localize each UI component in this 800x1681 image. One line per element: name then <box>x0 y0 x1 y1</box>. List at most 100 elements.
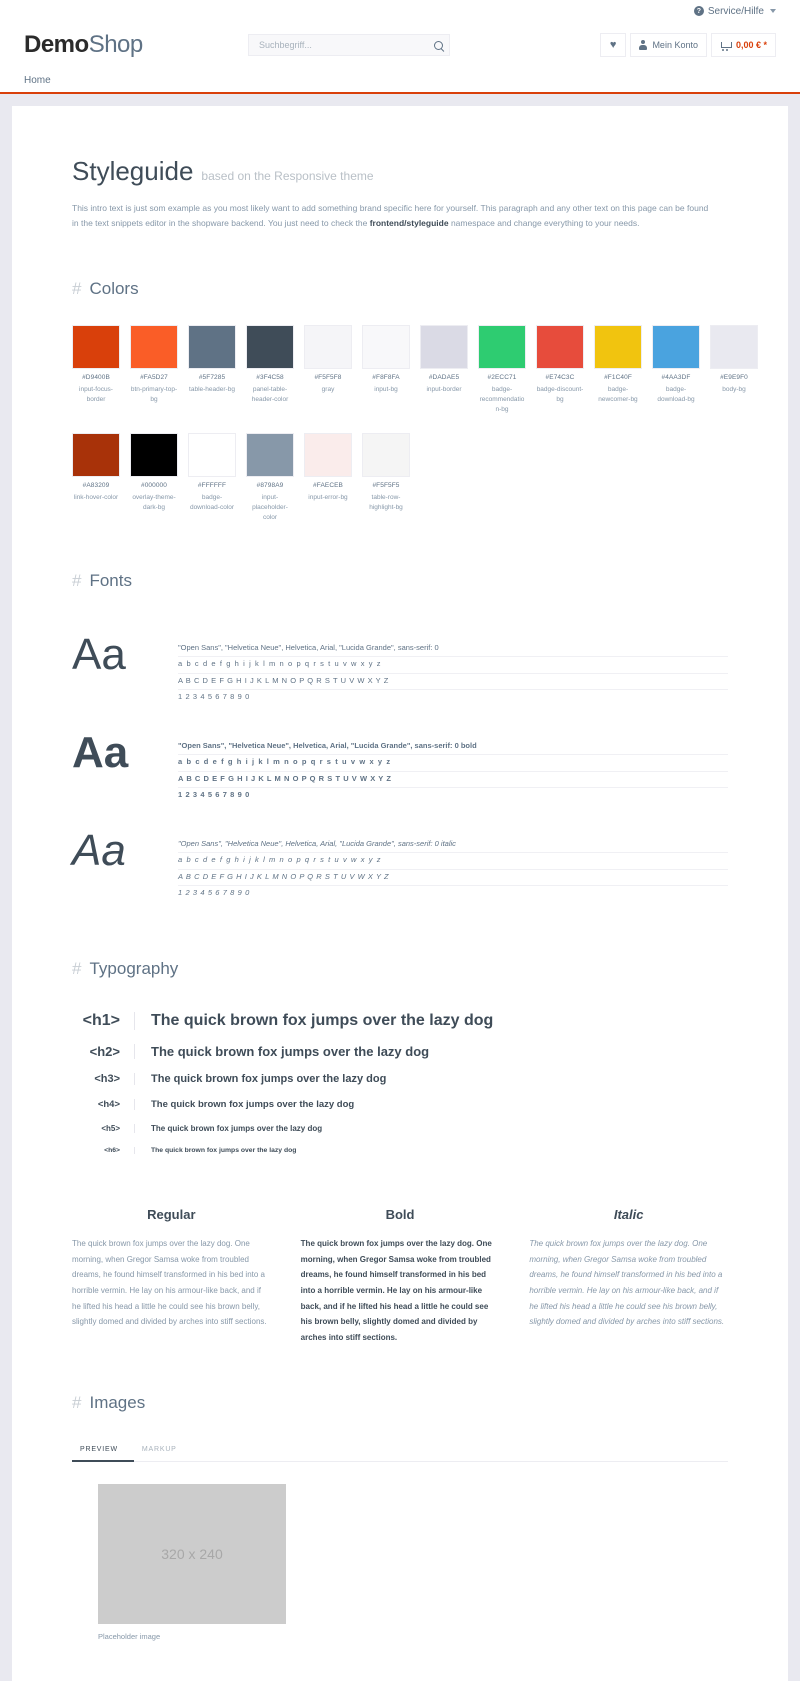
font-spec-block: "Open Sans", "Helvetica Neue", Helvetica… <box>178 731 728 803</box>
color-swatch-cell: #3F4C58 panel-table-header-color <box>246 324 294 415</box>
color-row-2: #A83209 link-hover-color #000000 overlay-th… <box>72 432 728 523</box>
color-hex-label: #D9400B <box>82 373 110 381</box>
color-hex-label: #F5F5F5 <box>372 481 400 489</box>
tab-preview[interactable]: PREVIEW <box>72 1439 134 1463</box>
font-lowercase-alphabet: a b c d e f g h i j k l m n o p q r s t … <box>178 853 728 870</box>
font-aa-sample: Aa <box>72 826 126 876</box>
color-swatch-cell: #5F7285 table-header-bg <box>188 324 236 415</box>
typography-sample-text: The quick brown fox jumps over the lazy … <box>134 1073 728 1086</box>
font-spec-label: "Open Sans", "Helvetica Neue", Helvetica… <box>178 641 728 658</box>
color-variable-label: overlay-theme-dark-bg <box>132 493 176 511</box>
typography-row: <h3> The quick brown fox jumps over the l… <box>72 1066 728 1092</box>
font-spec-label: "Open Sans", "Helvetica Neue", Helvetica… <box>178 739 728 756</box>
typography-column-body: The quick brown fox jumps over the lazy … <box>300 1239 492 1342</box>
color-variable-label: badge-discount-bg <box>536 385 584 403</box>
intro-namespace: frontend/styleguide <box>369 217 449 228</box>
color-variable-label: badge-download-color <box>189 493 235 511</box>
search-box[interactable] <box>248 34 450 56</box>
typography-tag-label: <h6> <box>104 1147 120 1155</box>
typography-column-body: The quick brown fox jumps over the lazy … <box>529 1239 725 1327</box>
header-actions: ♥ Mein Konto 0,00 € * <box>599 33 776 57</box>
hash-icon: # <box>72 278 82 298</box>
typography-column-heading: Regular <box>147 1207 196 1223</box>
account-label: Mein Konto <box>652 40 698 50</box>
font-uppercase-alphabet: A B C D E F G H I J K L M N O P Q R S T … <box>178 772 728 788</box>
cart-button[interactable]: 0,00 € * <box>710 33 776 57</box>
intro-text-2: namespace and change everything to your … <box>448 217 640 228</box>
typography-column: Italic The quick brown fox jumps over the… <box>529 1207 728 1345</box>
wishlist-button[interactable]: ♥ <box>599 33 627 57</box>
color-hex-label: #000000 <box>140 481 167 489</box>
account-button[interactable]: Mein Konto <box>630 33 707 57</box>
color-variable-label: input-border <box>426 385 462 393</box>
color-variable-label: btn-primary-top-bg <box>130 385 178 403</box>
font-lowercase-alphabet: a b c d e f g h i j k l m n o p q r s t … <box>178 657 728 674</box>
shopping-cart-icon <box>720 41 732 51</box>
heart-icon: ♥ <box>609 38 617 51</box>
color-swatch <box>188 432 236 477</box>
search-icon[interactable] <box>434 40 443 50</box>
color-hex-label: #3F4C58 <box>256 373 284 381</box>
typography-row: <h5> The quick brown fox jumps over the l… <box>72 1117 728 1140</box>
color-swatch-cell: #4AA3DF badge-download-bg <box>652 324 700 415</box>
shop-logo[interactable]: DemoShop <box>24 31 143 59</box>
color-swatch-cell: #8798A9 input-placeholder-color <box>246 432 294 523</box>
page-title-main: Styleguide <box>72 156 194 186</box>
color-swatch <box>130 432 178 477</box>
page-title: Styleguide based on the Responsive theme <box>72 156 728 187</box>
nav-item-home[interactable]: Home <box>24 75 51 86</box>
chevron-down-icon <box>770 9 776 13</box>
font-lowercase-alphabet: a b c d e f g h i j k l m n o p q r s t … <box>178 755 728 772</box>
main-navigation: Home <box>0 68 800 94</box>
color-swatch-cell: #FAECEB input-error-bg <box>304 432 352 523</box>
color-swatch <box>304 432 352 477</box>
color-hex-label: #FFFFFF <box>197 481 227 489</box>
search-input[interactable] <box>257 39 430 51</box>
color-swatch-cell: #E74C3C badge-discount-bg <box>536 324 584 415</box>
color-swatch-cell: #DADAE5 input-border <box>420 324 468 415</box>
content-card: Styleguide based on the Responsive theme… <box>12 106 788 1681</box>
typography-tag-label: <h2> <box>89 1044 120 1060</box>
color-variable-label: panel-table-header-color <box>251 385 289 403</box>
color-hex-label: #8798A9 <box>256 481 284 489</box>
logo-light-part: Shop <box>88 31 144 58</box>
question-circle-icon: ? <box>693 6 704 16</box>
typography-sample-text: The quick brown fox jumps over the lazy … <box>134 1099 728 1111</box>
font-aa-sample: Aa <box>72 728 129 778</box>
color-swatch <box>188 324 236 369</box>
color-swatch <box>246 432 294 477</box>
tab-markup[interactable]: MARKUP <box>134 1439 193 1462</box>
placeholder-dimensions: 320 x 240 <box>161 1546 223 1563</box>
page-wrapper: Styleguide based on the Responsive theme… <box>0 94 800 1681</box>
color-swatch <box>420 324 468 369</box>
color-variable-label: input-placeholder-color <box>252 493 288 522</box>
color-swatch-cell: #A83209 link-hover-color <box>72 432 120 523</box>
typography-sample-text: The quick brown fox jumps over the lazy … <box>134 1044 728 1060</box>
color-row-1: #D9400B input-focus-border #FA5D27 btn-prim… <box>72 324 758 415</box>
color-hex-label: #E74C3C <box>545 373 575 381</box>
cart-total: 0,00 € * <box>735 40 767 50</box>
typography-list: <h1> The quick brown fox jumps over the l… <box>72 1005 728 1161</box>
typography-tag-label: <h4> <box>97 1099 120 1111</box>
color-variable-label: input-focus-border <box>79 385 113 403</box>
typography-sample-text: The quick brown fox jumps over the lazy … <box>134 1124 728 1134</box>
font-sample-row: Aa "Open Sans", "Helvetica Neue", Helveti… <box>72 617 728 715</box>
color-swatch <box>710 324 758 369</box>
color-variable-label: badge-recommendation-bg <box>479 385 525 413</box>
color-hex-label: #F1C40F <box>604 373 632 381</box>
color-swatch-cell: #F5F5F8 gray <box>304 324 352 415</box>
color-swatch <box>130 324 178 369</box>
font-numerals: 1 2 3 4 5 6 7 8 9 0 <box>178 789 250 799</box>
typography-columns: Regular The quick brown fox jumps over th… <box>72 1207 728 1345</box>
color-swatch <box>362 324 410 369</box>
service-help-link[interactable]: ? Service/Hilfe <box>693 5 776 17</box>
color-swatch-cell: #FA5D27 btn-primary-top-bg <box>130 324 178 415</box>
color-variable-label: table-row-highlight-bg <box>369 493 403 511</box>
color-swatch-cell: #F8F8FA input-bg <box>362 324 410 415</box>
font-spec-block: "Open Sans", "Helvetica Neue", Helvetica… <box>178 633 728 705</box>
color-variable-label: body-bg <box>722 385 746 393</box>
color-variable-label: input-bg <box>374 385 398 393</box>
service-help-label: Service/Hilfe <box>707 5 764 17</box>
color-variable-label: link-hover-color <box>73 493 119 501</box>
color-swatch <box>536 324 584 369</box>
